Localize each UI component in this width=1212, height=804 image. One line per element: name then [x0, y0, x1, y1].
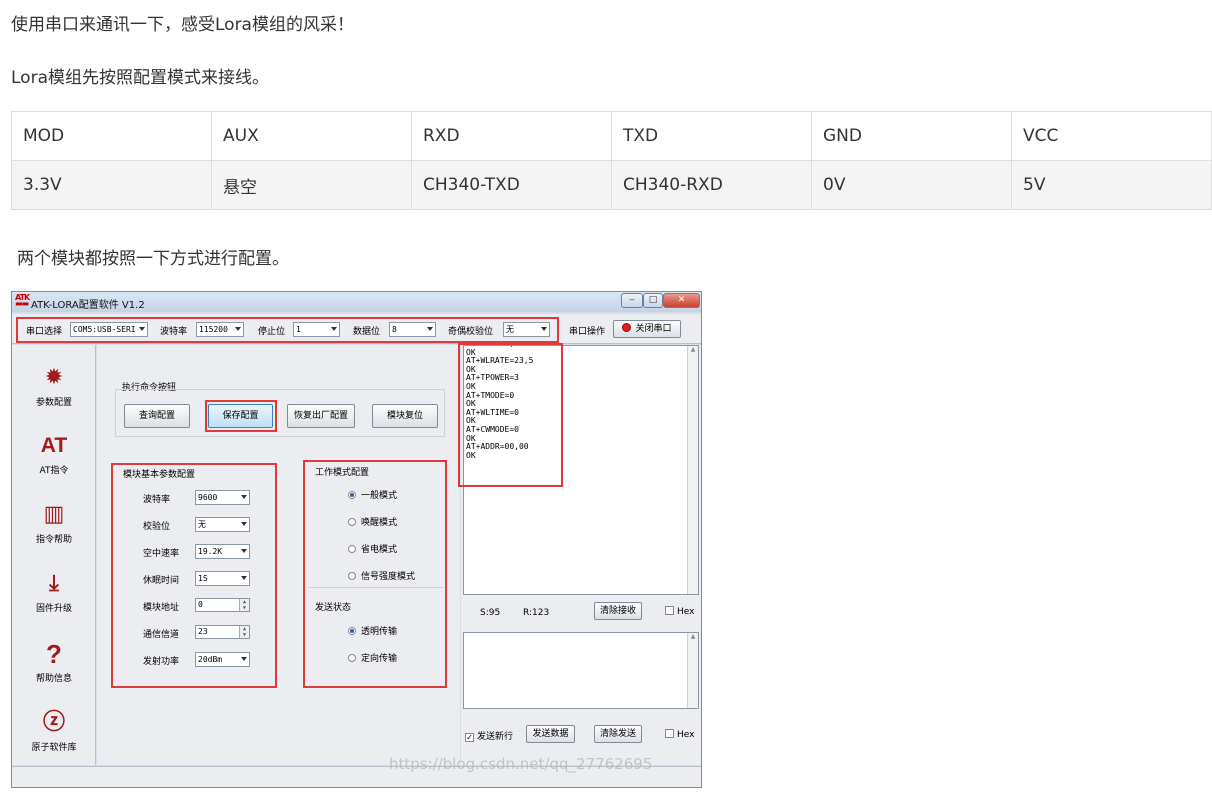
sidebar-item-label: 指令帮助	[35, 535, 72, 545]
highlight-receive-log	[458, 343, 563, 487]
highlight-work-mode	[303, 460, 447, 688]
clear-send-button[interactable]: 清除发送	[594, 725, 642, 743]
module-reset-button[interactable]: 模块复位	[372, 404, 438, 428]
query-config-button[interactable]: 查询配置	[124, 404, 190, 428]
zd-logo-icon: ⓩ	[42, 710, 65, 735]
sidebar-item-label: 固件升级	[35, 604, 72, 614]
wiring-note: Lora模组先按照配置模式来接线。	[11, 68, 269, 88]
send-newline-label: 发送新行	[477, 732, 514, 742]
send-scrollbar[interactable]: ▲	[687, 633, 698, 708]
receive-scrollbar[interactable]: ▲	[687, 346, 698, 594]
sidebar-item-param-config[interactable]: ✹ 参数配置	[12, 365, 96, 408]
download-icon: ⤓	[49, 571, 59, 596]
send-data-button[interactable]: 发送数据	[526, 725, 575, 743]
sent-counter: S:95	[480, 608, 501, 618]
factory-reset-button[interactable]: 恢复出厂配置	[287, 404, 355, 428]
sidebar-item-label: 帮助信息	[35, 674, 72, 684]
send-newline-checkbox[interactable]: ✓ 发送新行	[465, 729, 513, 742]
sidebar: ✹ 参数配置 AT AT指令 ▥ 指令帮助 ⤓ 固件升级 ? 帮助信息 ⓩ 原子…	[12, 345, 96, 765]
highlight-save-button	[205, 400, 277, 432]
highlight-params	[111, 463, 277, 688]
hex-send-checkbox[interactable]: Hex	[665, 729, 694, 740]
hex-label: Hex	[677, 730, 695, 740]
pin-value-cell: CH340-RXD	[611, 160, 812, 210]
hex-receive-checkbox[interactable]: Hex	[665, 606, 694, 617]
pin-value-cell: 0V	[811, 160, 1012, 210]
received-counter: R:123	[523, 608, 550, 618]
pin-header-cell: VCC	[1011, 111, 1212, 161]
watermark: https://blog.csdn.net/qq_27762695	[389, 755, 653, 773]
pin-header-cell: GND	[811, 111, 1012, 161]
serial-op-label: 串口操作	[569, 327, 606, 337]
pin-table-value-row: 3.3V 悬空 CH340-TXD CH340-RXD 0V 5V	[11, 160, 1212, 210]
pin-value-cell: 5V	[1011, 160, 1212, 210]
window-title: ATK-LORA配置软件 V1.2	[31, 300, 145, 311]
hex-label: Hex	[677, 607, 695, 617]
gear-icon: ✹	[44, 365, 64, 390]
send-textarea[interactable]: ▲	[463, 632, 699, 709]
maximize-button[interactable]: □	[643, 293, 663, 308]
book-icon: ▥	[43, 502, 65, 527]
sidebar-item-label: 原子软件库	[31, 743, 77, 753]
pin-table-header-row: MOD AUX RXD TXD GND VCC	[11, 111, 1212, 161]
right-panel: AT+UART=3,0 OK AT+WLRATE=23,5 OK AT+TPOW…	[458, 343, 701, 765]
clear-receive-button[interactable]: 清除接收	[594, 602, 642, 620]
sidebar-item-firmware-upgrade[interactable]: ⤓ 固件升级	[12, 571, 96, 614]
pin-header-cell: AUX	[211, 111, 412, 161]
pin-header-cell: RXD	[411, 111, 612, 161]
close-serial-label: 关闭串口	[635, 324, 672, 334]
main-panel: 执行命令按钮 查询配置 保存配置 恢复出厂配置 模块复位 模块基本参数配置 波特…	[97, 345, 460, 765]
close-serial-button[interactable]: 关闭串口	[613, 320, 681, 338]
checkbox-icon	[665, 729, 674, 738]
question-icon: ?	[46, 639, 62, 669]
pin-table: MOD AUX RXD TXD GND VCC 3.3V 悬空 CH340-TX…	[11, 111, 1212, 210]
sidebar-item-label: 参数配置	[35, 398, 72, 408]
sidebar-item-software-library[interactable]: ⓩ 原子软件库	[12, 710, 96, 753]
intro-paragraph: 使用串口来通讯一下，感受Lora模组的风采！	[11, 15, 354, 35]
minimize-button[interactable]: ‒	[621, 293, 643, 308]
sidebar-item-help-info[interactable]: ? 帮助信息	[12, 641, 96, 684]
record-icon	[622, 323, 632, 332]
at-icon: AT	[40, 434, 68, 457]
close-button[interactable]: ✕	[663, 293, 700, 308]
atk-lora-window: ATK ▬▬ ATK-LORA配置软件 V1.2 ‒ □ ✕ 串口选择 COM5:…	[11, 291, 702, 788]
pin-value-cell: 悬空	[211, 160, 412, 210]
sidebar-item-at-command[interactable]: AT AT指令	[12, 433, 96, 476]
pin-value-cell: CH340-TXD	[411, 160, 612, 210]
sidebar-item-label: AT指令	[39, 466, 69, 476]
sidebar-item-command-help[interactable]: ▥ 指令帮助	[12, 502, 96, 545]
title-bar[interactable]: ATK ▬▬ ATK-LORA配置软件 V1.2 ‒ □ ✕	[12, 292, 701, 312]
atk-logo-icon: ATK ▬▬	[15, 293, 30, 308]
checkbox-checked-icon: ✓	[465, 733, 474, 742]
pin-header-cell: MOD	[11, 111, 212, 161]
config-note: 两个模块都按照一下方式进行配置。	[17, 249, 289, 269]
pin-value-cell: 3.3V	[11, 160, 212, 210]
highlight-serial-settings	[16, 317, 559, 343]
pin-header-cell: TXD	[611, 111, 812, 161]
checkbox-icon	[665, 606, 674, 615]
